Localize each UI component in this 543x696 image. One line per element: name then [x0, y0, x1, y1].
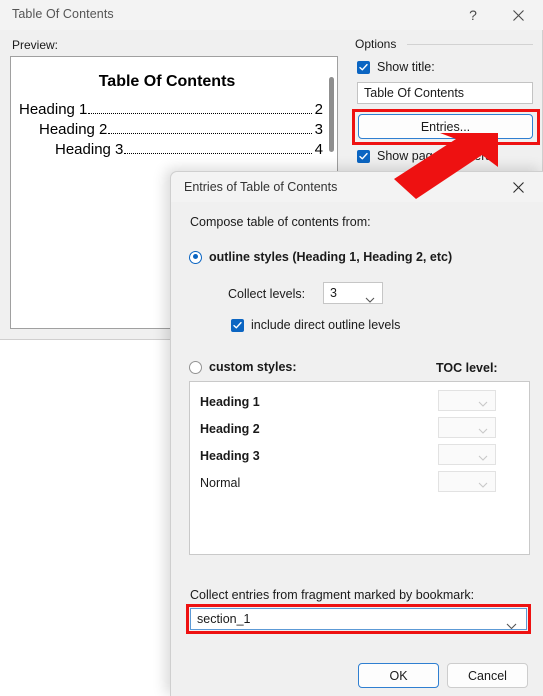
preview-toc-title: Table Of Contents [98, 73, 236, 90]
outline-styles-label: outline styles (Heading 1, Heading 2, et… [209, 250, 453, 264]
close-icon[interactable] [497, 0, 539, 30]
toc-title-input[interactable]: Table Of Contents [357, 82, 533, 104]
list-item[interactable]: Heading 3 [200, 449, 260, 463]
outer-dialog-title: Table Of Contents [12, 7, 114, 21]
custom-styles-label: custom styles: [209, 360, 297, 374]
outline-styles-radio-row[interactable]: outline styles (Heading 1, Heading 2, et… [189, 250, 452, 264]
bookmark-dropdown[interactable]: section_1 [190, 608, 527, 630]
chevron-down-icon [478, 451, 488, 465]
preview-entry-text: Heading 3 [55, 141, 124, 158]
show-page-numbers-label: Show page numbers [377, 149, 492, 163]
inner-dialog-titlebar: Entries of Table of Contents [171, 172, 543, 202]
checkbox-checked-icon[interactable] [231, 318, 244, 332]
options-group-rule [407, 44, 533, 45]
include-direct-outline-levels-row[interactable]: include direct outline levels [231, 318, 400, 332]
ok-button[interactable]: OK [358, 663, 439, 688]
help-icon[interactable]: ? [452, 0, 494, 30]
custom-styles-radio-row[interactable]: custom styles: [189, 360, 297, 374]
close-icon[interactable] [497, 172, 539, 202]
checkbox-checked-icon[interactable] [357, 60, 370, 74]
bookmark-value: section_1 [197, 612, 251, 626]
preview-toc-entry: Heading 2 3 [39, 121, 323, 138]
leader-dots [88, 112, 312, 114]
include-direct-outline-levels-label: include direct outline levels [251, 318, 401, 332]
collect-levels-value: 3 [330, 286, 337, 300]
bookmark-label: Collect entries from fragment marked by … [190, 588, 475, 602]
list-item[interactable]: Heading 1 [200, 395, 260, 409]
show-page-numbers-checkbox-row[interactable]: Show page numbers [357, 149, 492, 163]
preview-toc-entry: Heading 1 2 [19, 101, 323, 118]
collect-levels-label: Collect levels: [228, 287, 306, 301]
toc-level-dropdown[interactable] [438, 390, 496, 411]
outer-dialog-titlebar: Table Of Contents ? [0, 0, 543, 30]
checkbox-checked-icon[interactable] [357, 149, 370, 163]
inner-dialog-title: Entries of Table of Contents [184, 180, 338, 194]
list-item[interactable]: Heading 2 [200, 422, 260, 436]
options-group-label: Options [355, 37, 402, 51]
toc-level-dropdown[interactable] [438, 471, 496, 492]
toc-level-dropdown[interactable] [438, 417, 496, 438]
cancel-button[interactable]: Cancel [447, 663, 528, 688]
preview-entry-text: Heading 2 [39, 121, 108, 138]
preview-toc-entry: Heading 3 4 [55, 141, 323, 158]
preview-scrollbar-thumb[interactable] [329, 77, 334, 152]
radio-selected-icon[interactable] [189, 250, 202, 264]
toc-level-header: TOC level: [436, 361, 498, 375]
leader-dots [124, 152, 312, 154]
compose-from-label: Compose table of contents from: [190, 215, 371, 229]
preview-entry-page: 2 [314, 101, 323, 118]
list-item[interactable]: Normal [200, 476, 240, 490]
entries-button[interactable]: Entries... [358, 114, 533, 139]
show-title-checkbox-row[interactable]: Show title: [357, 60, 435, 74]
chevron-down-icon [506, 616, 517, 636]
chevron-down-icon [478, 424, 488, 438]
chevron-down-icon [365, 290, 375, 310]
toc-level-dropdown[interactable] [438, 444, 496, 465]
chevron-down-icon [478, 397, 488, 411]
show-title-label: Show title: [377, 60, 435, 74]
collect-levels-dropdown[interactable]: 3 [323, 282, 383, 304]
preview-label: Preview: [12, 38, 59, 52]
chevron-down-icon [478, 478, 488, 492]
preview-entry-page: 4 [314, 141, 323, 158]
leader-dots [108, 132, 312, 134]
preview-entry-page: 3 [314, 121, 323, 138]
preview-entry-text: Heading 1 [19, 101, 88, 118]
radio-unselected-icon[interactable] [189, 360, 202, 374]
custom-styles-list[interactable]: Heading 1 Heading 2 Heading 3 Normal [189, 381, 530, 555]
